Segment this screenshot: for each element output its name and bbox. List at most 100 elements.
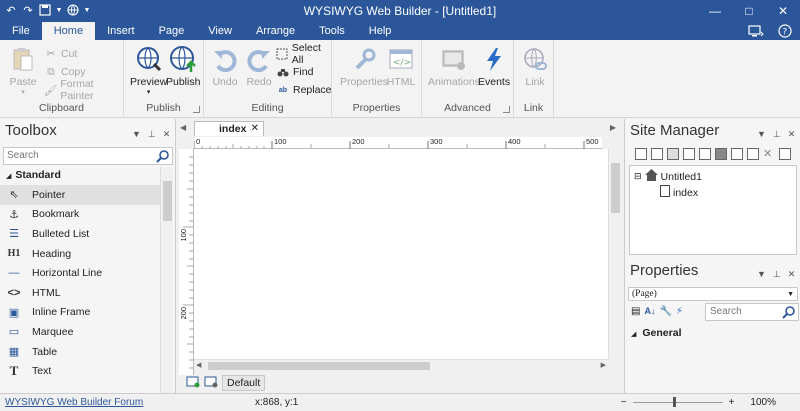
advanced-launcher[interactable] [503, 106, 510, 113]
doc-tab-index[interactable]: index ✕ [194, 121, 264, 136]
tab-tools[interactable]: Tools [307, 22, 357, 40]
editor-hscrollbar[interactable]: ◀ ▶ [194, 359, 608, 371]
tab-help[interactable]: Help [357, 22, 404, 40]
pin-icon[interactable]: ⊥ [773, 129, 781, 140]
editor-vscrollbar[interactable] [608, 149, 621, 359]
tab-scroll-right-icon[interactable]: ▶ [610, 123, 616, 132]
paste-button[interactable]: Paste ▾ [8, 44, 38, 96]
undo-button[interactable]: Undo [210, 44, 240, 88]
text-icon: T [9, 363, 19, 379]
toolbox-item-text[interactable]: T Text [0, 361, 160, 381]
collapse-icon[interactable]: ⊟ [634, 171, 642, 182]
settings-icon[interactable] [779, 148, 791, 160]
tab-scroll-left-icon[interactable]: ◀ [180, 123, 186, 132]
import-page-icon[interactable] [699, 148, 711, 160]
dropdown-icon[interactable]: ▼ [757, 269, 766, 280]
properties-button[interactable]: Properties [340, 44, 388, 88]
close-icon[interactable]: ✕ [163, 129, 171, 140]
scrollbar-thumb[interactable] [163, 181, 172, 221]
page-properties-icon[interactable] [667, 148, 679, 160]
format-painter-button[interactable]: 🖌 Format Painter [44, 78, 123, 102]
tab-home[interactable]: Home [41, 22, 96, 40]
publish-launcher[interactable] [193, 106, 200, 113]
zoom-slider[interactable] [632, 397, 723, 407]
new-page-icon[interactable] [635, 148, 647, 160]
properties-section-general[interactable]: ◢ General [631, 327, 682, 339]
search-icon[interactable] [156, 149, 170, 163]
dropdown-icon[interactable]: ▼ [132, 129, 141, 140]
toolbox-item-marquee[interactable]: ▭ Marquee [0, 322, 160, 342]
folder-icon[interactable] [715, 148, 727, 160]
duplicate-page-icon[interactable] [683, 148, 695, 160]
zoom-control: − + 100% [621, 397, 776, 408]
pointer-icon: ⇖ [9, 189, 19, 202]
wrench-icon[interactable]: 🔧 [659, 306, 671, 317]
tab-page[interactable]: Page [147, 22, 197, 40]
editing-group: Undo Redo Select All Find ab Replace Edi… [204, 40, 332, 118]
preview-button[interactable]: Preview ▾ [130, 44, 167, 96]
close-button[interactable]: ✕ [766, 0, 800, 22]
tree-item-index[interactable]: index [660, 185, 698, 200]
animations-button[interactable]: Animations [428, 44, 480, 88]
pin-icon[interactable]: ⊥ [148, 129, 156, 140]
object-selector[interactable]: (Page) ▼ [628, 287, 798, 301]
search-icon[interactable] [782, 305, 796, 319]
scrollbar-thumb[interactable] [611, 163, 620, 213]
link-button[interactable]: Link [520, 44, 550, 88]
events-button[interactable]: Events [478, 44, 510, 88]
scroll-right-icon[interactable]: ▶ [601, 361, 606, 369]
default-layer-button[interactable]: Default [222, 375, 266, 391]
help-icon[interactable]: ? [778, 24, 792, 41]
close-tab-icon[interactable]: ✕ [251, 122, 259, 136]
toolbox-item-heading[interactable]: H1 Heading [0, 244, 160, 264]
replace-button[interactable]: ab Replace [276, 82, 332, 98]
toolbox-section-standard[interactable]: ◢ Standard [6, 169, 61, 181]
toolbox-item-horizontal-line[interactable]: — Horizontal Line [0, 263, 160, 283]
maximize-button[interactable]: □ [732, 0, 766, 22]
redo-button[interactable]: Redo [244, 44, 274, 88]
tree-root[interactable]: ⊟ Untitled1 [634, 169, 702, 184]
toolbox-item-bookmark[interactable]: ⚓ Bookmark [0, 205, 160, 225]
delete-icon[interactable]: ✕ [763, 148, 775, 160]
display-options-icon[interactable] [748, 24, 764, 41]
properties-search-input[interactable]: Search [705, 303, 799, 321]
categorized-icon[interactable]: ▤ [631, 306, 640, 317]
html-button[interactable]: </> HTML [386, 44, 416, 88]
zoom-slider-thumb[interactable] [672, 397, 676, 407]
toolbox-search-input[interactable]: Search [3, 147, 173, 165]
link-globe-icon [520, 44, 550, 74]
publish-button[interactable]: Publish [166, 44, 200, 88]
toolbox-item-inline-frame[interactable]: ▣ Inline Frame [0, 303, 160, 323]
toolbox-item-bulleted-list[interactable]: ☰ Bulleted List [0, 224, 160, 244]
page-settings-icon[interactable] [204, 376, 218, 391]
new-folder-page-icon[interactable] [651, 148, 663, 160]
toolbox-item-pointer[interactable]: ⇖ Pointer [0, 185, 160, 205]
sort-az-icon[interactable]: A↓ [644, 306, 655, 317]
forum-link[interactable]: WYSIWYG Web Builder Forum [5, 397, 143, 408]
pin-icon[interactable]: ⊥ [773, 269, 781, 280]
close-icon[interactable]: ✕ [788, 129, 796, 140]
site-tree: ⊟ Untitled1 index [629, 165, 797, 255]
lightning-icon[interactable]: ⚡ [676, 306, 683, 317]
page-view-icon[interactable] [186, 376, 200, 391]
tab-insert[interactable]: Insert [95, 22, 147, 40]
toolbox-item-html[interactable]: <> HTML [0, 283, 160, 303]
select-all-button[interactable]: Select All [276, 42, 331, 66]
scroll-left-icon[interactable]: ◀ [196, 361, 201, 369]
zoom-out-button[interactable]: − [621, 397, 627, 408]
zoom-in-button[interactable]: + [729, 397, 735, 408]
edit-page-icon[interactable] [731, 148, 743, 160]
preview-page-icon[interactable] [747, 148, 759, 160]
find-button[interactable]: Find [276, 64, 313, 80]
toolbox-scrollbar[interactable] [160, 167, 173, 393]
tab-file[interactable]: File [0, 22, 42, 40]
tab-arrange[interactable]: Arrange [244, 22, 307, 40]
tab-view[interactable]: View [196, 22, 244, 40]
scrollbar-thumb[interactable] [208, 362, 430, 370]
cut-button[interactable]: ✂ Cut [44, 46, 78, 62]
dropdown-icon[interactable]: ▼ [757, 129, 766, 140]
toolbox-item-table[interactable]: ▦ Table [0, 342, 160, 362]
minimize-button[interactable]: — [698, 0, 732, 22]
close-icon[interactable]: ✕ [788, 269, 796, 280]
page-canvas[interactable] [194, 149, 608, 359]
